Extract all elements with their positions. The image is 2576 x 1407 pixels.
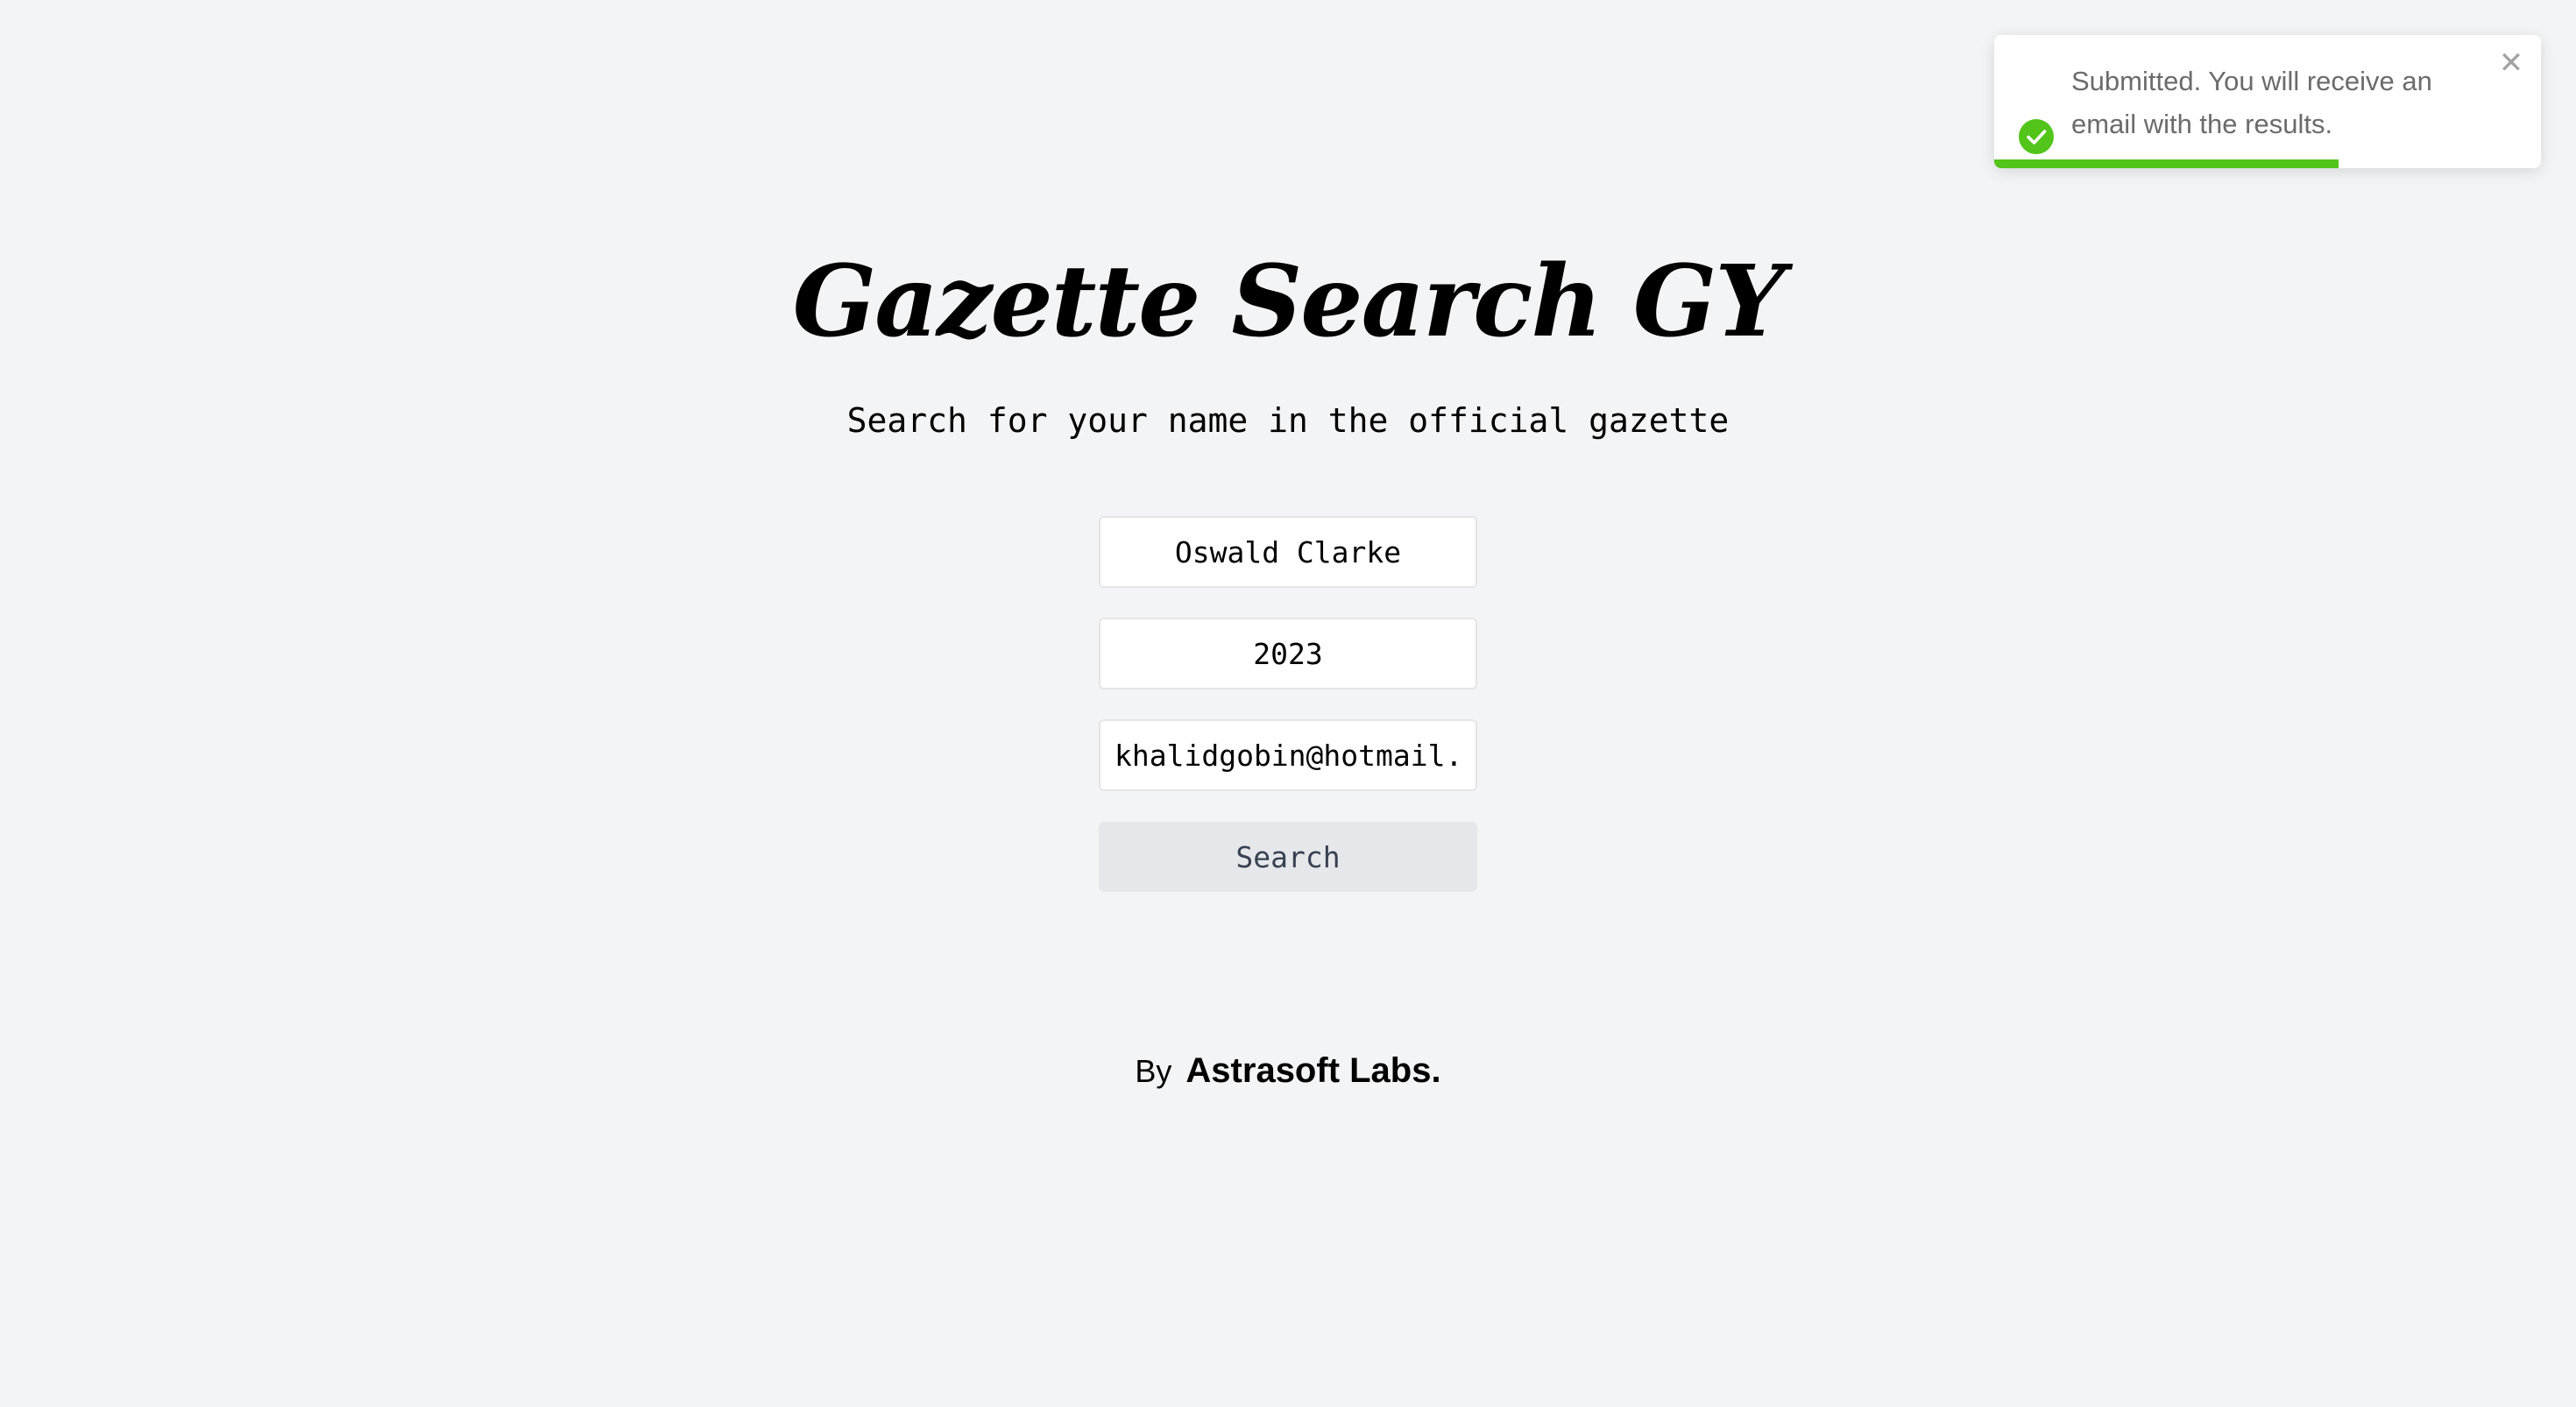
- check-circle-icon: [2019, 119, 2054, 154]
- success-toast: Submitted. You will receive an email wit…: [1994, 35, 2541, 168]
- year-input[interactable]: [1099, 618, 1477, 689]
- footer-by-label: By: [1135, 1053, 1172, 1089]
- footer-credit: By Astrasoft Labs.: [0, 1046, 2576, 1096]
- close-icon[interactable]: ✕: [2494, 46, 2529, 81]
- page-subtitle: Search for your name in the official gaz…: [846, 401, 1730, 440]
- search-button[interactable]: Search: [1099, 822, 1477, 892]
- email-input[interactable]: [1099, 719, 1477, 791]
- page-title: Gazette Search GY: [792, 244, 1786, 359]
- toast-message: Submitted. You will receive an email wit…: [2071, 66, 2432, 139]
- footer-brand: Astrasoft Labs.: [1185, 1051, 1441, 1090]
- name-input[interactable]: [1099, 516, 1477, 588]
- toast-progress-bar: [1994, 159, 2339, 168]
